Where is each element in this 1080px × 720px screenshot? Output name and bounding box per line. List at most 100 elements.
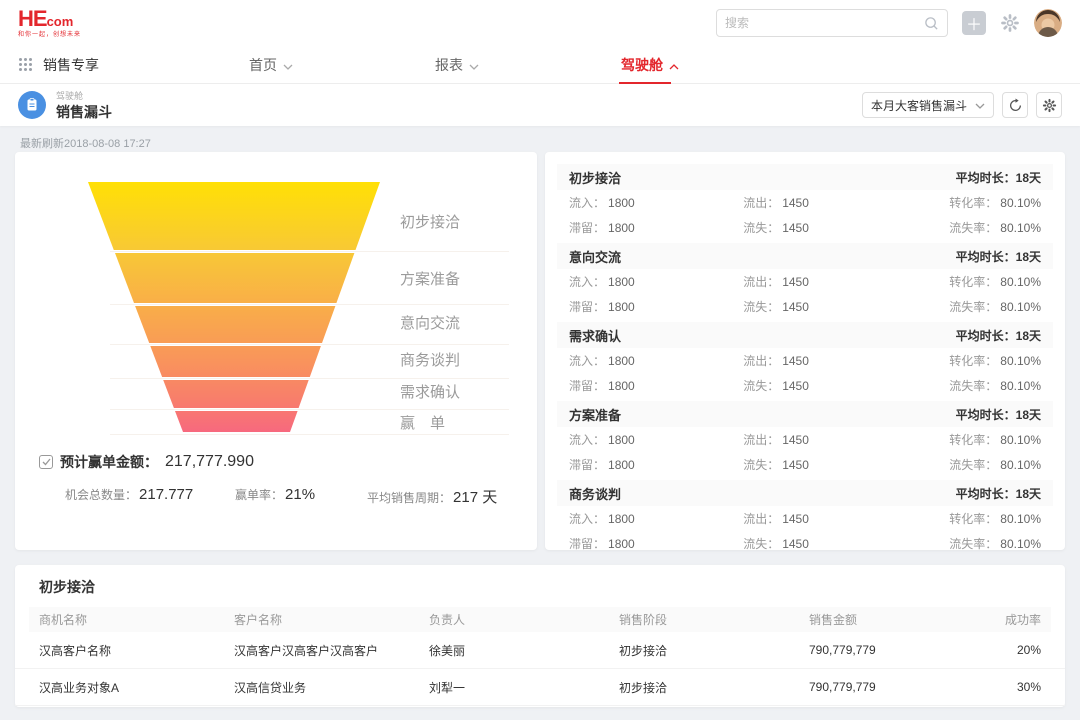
metric-value: 1450	[782, 458, 809, 472]
metric-stay: 滞留：1800	[569, 452, 743, 477]
metric-label: 滞留：	[569, 219, 605, 236]
stage-duration: 平均时长：18天	[956, 406, 1041, 423]
metric-outflow: 流出：1450	[743, 190, 900, 215]
stage-duration-label: 平均时长：	[956, 171, 1016, 185]
app-label: 销售专享	[43, 55, 99, 75]
metric-label: 滞留：	[569, 456, 605, 473]
opportunity-link[interactable]: 汉高业务对象A	[39, 679, 234, 696]
metric-label: 流失：	[743, 377, 779, 394]
metric-inflow: 流入：1800	[569, 269, 743, 294]
funnel-segment-5[interactable]	[163, 380, 309, 408]
refresh-button[interactable]	[1002, 92, 1028, 118]
nav-cockpit-label: 驾驶舱	[621, 55, 663, 75]
stage-duration-label: 平均时长：	[956, 408, 1016, 422]
nav-item-home[interactable]: 首页	[249, 46, 293, 84]
metric-label: 流入：	[569, 352, 605, 369]
metric-outflow: 流出：1450	[743, 427, 900, 452]
metric-loss-rate: 流失率：80.10%	[901, 452, 1041, 477]
stage-duration-value: 18天	[1016, 487, 1041, 501]
funnel-segment-3[interactable]	[135, 306, 335, 343]
metric-label: 流出：	[743, 194, 779, 211]
nav-item-reports[interactable]: 报表	[435, 46, 479, 84]
metric-value: 1800	[608, 433, 635, 447]
metric-loss-rate: 流失率：80.10%	[901, 373, 1041, 398]
col-success-rate: 成功率	[999, 611, 1041, 628]
add-button[interactable]: ＋	[962, 11, 986, 35]
metric-value: 1800	[608, 221, 635, 235]
metric-label: 流失率：	[949, 535, 997, 552]
success-rate: 30%	[999, 680, 1041, 694]
funnel-segment-6[interactable]	[175, 411, 298, 432]
chevron-down-icon	[283, 57, 293, 73]
funnel-stage-label: 意向交流	[400, 312, 490, 333]
metric-label: 流入：	[569, 431, 605, 448]
stage-section-3: 需求确认平均时长：18天 流入：1800 流出：1450 转化率：80.10% …	[557, 322, 1053, 398]
metric-label: 滞留：	[569, 298, 605, 315]
stage-duration-value: 18天	[1016, 329, 1041, 343]
sales-stage: 初步接洽	[619, 679, 809, 696]
table-row: 汉高业务对象A 汉高信贷业务 刘犁一 初步接洽 790,779,779 30%	[15, 669, 1065, 706]
metric-inflow: 流入：1800	[569, 190, 743, 215]
owner-name: 刘犁一	[429, 679, 619, 696]
search-input[interactable]	[725, 16, 924, 30]
stat-win-rate-value: 21%	[285, 486, 315, 503]
owner-name: 徐美丽	[429, 642, 619, 659]
metric-value: 1800	[608, 512, 635, 526]
metric-label: 流失率：	[949, 298, 997, 315]
metric-inflow: 流入：1800	[569, 427, 743, 452]
funnel-chart[interactable]	[88, 182, 380, 432]
metric-conversion: 转化率：80.10%	[901, 190, 1041, 215]
metric-inflow: 流入：1800	[569, 348, 743, 373]
metric-stay: 滞留：1800	[569, 531, 743, 556]
stage-section-2: 意向交流平均时长：18天 流入：1800 流出：1450 转化率：80.10% …	[557, 243, 1053, 319]
expected-amount-value: 217,777.990	[165, 453, 254, 471]
metric-stay: 滞留：1800	[569, 215, 743, 240]
funnel-segment-2[interactable]	[115, 253, 354, 303]
metric-stay: 滞留：1800	[569, 373, 743, 398]
expected-amount-label: 预计赢单金额：	[60, 452, 158, 472]
search-icon[interactable]	[924, 16, 939, 31]
funnel-filter-select[interactable]: 本月大客销售漏斗	[862, 92, 994, 118]
opportunity-link[interactable]: 汉高客户名称	[39, 642, 234, 659]
metric-value: 1450	[782, 196, 809, 210]
brand-logo-main: HE	[18, 6, 47, 31]
table-row: 汉高客户名称 汉高客户汉高客户汉高客户 徐美丽 初步接洽 790,779,779…	[15, 632, 1065, 669]
global-search[interactable]	[716, 9, 948, 37]
customer-name: 汉高信贷业务	[234, 679, 429, 696]
dashboard-clipboard-icon	[18, 91, 46, 119]
metric-value: 80.10%	[1000, 379, 1041, 393]
stage-duration-value: 18天	[1016, 171, 1041, 185]
metric-label: 流出：	[743, 510, 779, 527]
metric-label: 流失：	[743, 535, 779, 552]
sales-amount: 790,779,779	[809, 643, 999, 657]
brand-logo[interactable]: HEcom 和你一起，创想未来	[18, 8, 81, 38]
col-sales-amount: 销售金额	[809, 611, 999, 628]
metric-loss-rate: 流失率：80.10%	[901, 531, 1041, 556]
funnel-segment-4[interactable]	[150, 346, 321, 377]
nav-item-cockpit[interactable]: 驾驶舱	[621, 46, 679, 84]
settings-gear-icon[interactable]	[1000, 13, 1020, 33]
table-header-row: 商机名称 客户名称 负责人 销售阶段 销售金额 成功率	[29, 607, 1051, 632]
widget-settings-button[interactable]	[1036, 92, 1062, 118]
checkbox-check-icon[interactable]	[39, 455, 53, 469]
funnel-segment-1[interactable]	[88, 182, 380, 250]
metric-value: 1800	[608, 300, 635, 314]
metric-outflow: 流出：1450	[743, 506, 900, 531]
col-owner: 负责人	[429, 611, 619, 628]
metric-conversion: 转化率：80.10%	[901, 269, 1041, 294]
metric-value: 1800	[608, 379, 635, 393]
stage-duration: 平均时长：18天	[956, 327, 1041, 344]
user-avatar[interactable]	[1034, 9, 1062, 37]
apps-grid-icon[interactable]	[18, 57, 33, 72]
content-area: 最新刷新2018-08-08 17:27	[0, 126, 1080, 720]
metric-value: 80.10%	[1000, 300, 1041, 314]
metric-lost: 流失：1450	[743, 373, 900, 398]
metric-value: 1450	[782, 433, 809, 447]
metric-label: 流入：	[569, 194, 605, 211]
metric-value: 1800	[608, 196, 635, 210]
metric-conversion: 转化率：80.10%	[901, 348, 1041, 373]
metric-label: 流出：	[743, 273, 779, 290]
stage-section-1: 初步接洽平均时长：18天 流入：1800 流出：1450 转化率：80.10% …	[557, 164, 1053, 240]
brand-logo-sub: com	[47, 14, 74, 29]
stat-opportunities-value: 217.777	[139, 486, 193, 503]
